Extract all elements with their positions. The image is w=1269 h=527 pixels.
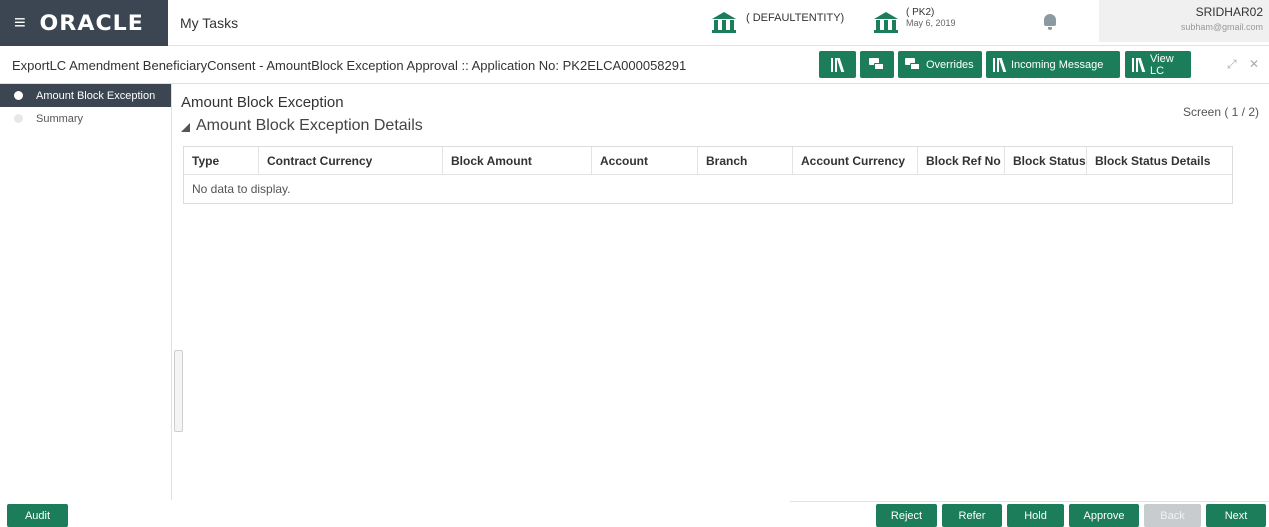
sidebar-item-summary[interactable]: Summary (0, 107, 171, 130)
branch-code: ( PK2) (906, 7, 935, 18)
documents-button[interactable] (819, 51, 856, 78)
notification-bell-icon[interactable] (1044, 14, 1056, 30)
table-header-row: Type Contract Currency Block Amount Acco… (184, 147, 1232, 175)
application-title: ExportLC Amendment BeneficiaryConsent - … (12, 58, 687, 73)
remarks-button[interactable] (860, 51, 894, 78)
amount-block-exception-table: Type Contract Currency Block Amount Acco… (183, 146, 1233, 204)
subsection-title: Amount Block Exception Details (196, 117, 423, 134)
sidebar-item-amount-block-exception[interactable]: Amount Block Exception (0, 84, 171, 107)
column-header-block-status-details[interactable]: Block Status Details (1087, 147, 1232, 174)
view-lc-button[interactable]: View LC (1125, 51, 1191, 78)
column-header-type[interactable]: Type (184, 147, 259, 174)
branch-selector[interactable]: ( PK2) May 6, 2019 (906, 8, 956, 28)
chat-icon (869, 58, 885, 71)
footer-divider (790, 501, 1269, 502)
back-button: Back (1144, 504, 1201, 527)
column-header-account-currency[interactable]: Account Currency (793, 147, 918, 174)
sidebar-item-label: Summary (36, 112, 84, 125)
user-name: SRIDHAR02 (1195, 5, 1263, 19)
user-menu[interactable]: SRIDHAR02 subham@gmail.com (1099, 0, 1269, 42)
column-header-contract-currency[interactable]: Contract Currency (259, 147, 443, 174)
top-header: ≡ ORACLE My Tasks ( DEFAULTENTITY) ( PK2… (0, 0, 1269, 46)
hamburger-menu-icon[interactable]: ≡ (14, 13, 32, 33)
branch-date: May 6, 2019 (906, 18, 956, 28)
screen-indicator: Screen ( 1 / 2) (1182, 105, 1259, 119)
library-icon (1132, 57, 1146, 72)
subsection-header[interactable]: Amount Block Exception Details (181, 117, 423, 135)
overrides-label: Overrides (926, 58, 974, 71)
audit-button[interactable]: Audit (7, 504, 68, 527)
entity-bank-icon (712, 12, 736, 34)
hold-button[interactable]: Hold (1007, 504, 1064, 527)
column-header-block-amount[interactable]: Block Amount (443, 147, 592, 174)
incoming-message-label: Incoming Message (1011, 58, 1104, 71)
close-icon[interactable]: ✕ (1249, 57, 1259, 71)
branch-bank-icon (874, 12, 898, 34)
view-lc-label: View LC (1150, 52, 1174, 77)
entity-label[interactable]: ( DEFAULTENTITY) (746, 12, 844, 24)
maximize-icon[interactable]: ⤢ (1227, 57, 1237, 72)
user-email: subham@gmail.com (1180, 22, 1263, 32)
section-title: Amount Block Exception (181, 94, 344, 111)
task-title-bar: ExportLC Amendment BeneficiaryConsent - … (0, 46, 1269, 84)
column-header-branch[interactable]: Branch (698, 147, 793, 174)
table-empty-message: No data to display. (192, 182, 291, 196)
sidebar: Amount Block Exception Summary (0, 84, 172, 500)
panel-splitter-handle[interactable] (174, 350, 183, 432)
column-header-account[interactable]: Account (592, 147, 698, 174)
approve-button[interactable]: Approve (1069, 504, 1139, 527)
next-button[interactable]: Next (1206, 504, 1266, 527)
library-icon (831, 57, 845, 72)
oracle-logo: ORACLE (39, 11, 144, 35)
overrides-button[interactable]: Overrides (898, 51, 982, 78)
step-inactive-icon (14, 114, 23, 123)
column-header-block-status[interactable]: Block Status (1005, 147, 1087, 174)
library-icon (993, 57, 1007, 72)
brand-bar: ≡ ORACLE (0, 0, 168, 46)
column-header-block-ref-no[interactable]: Block Ref No (918, 147, 1005, 174)
refer-button[interactable]: Refer (942, 504, 1002, 527)
app-name[interactable]: My Tasks (180, 15, 238, 31)
reject-button[interactable]: Reject (876, 504, 937, 527)
sidebar-item-label: Amount Block Exception (36, 89, 156, 102)
collapse-triangle-icon[interactable] (181, 122, 190, 132)
step-active-icon (14, 91, 23, 100)
chat-icon (905, 58, 921, 71)
incoming-message-button[interactable]: Incoming Message (986, 51, 1120, 78)
